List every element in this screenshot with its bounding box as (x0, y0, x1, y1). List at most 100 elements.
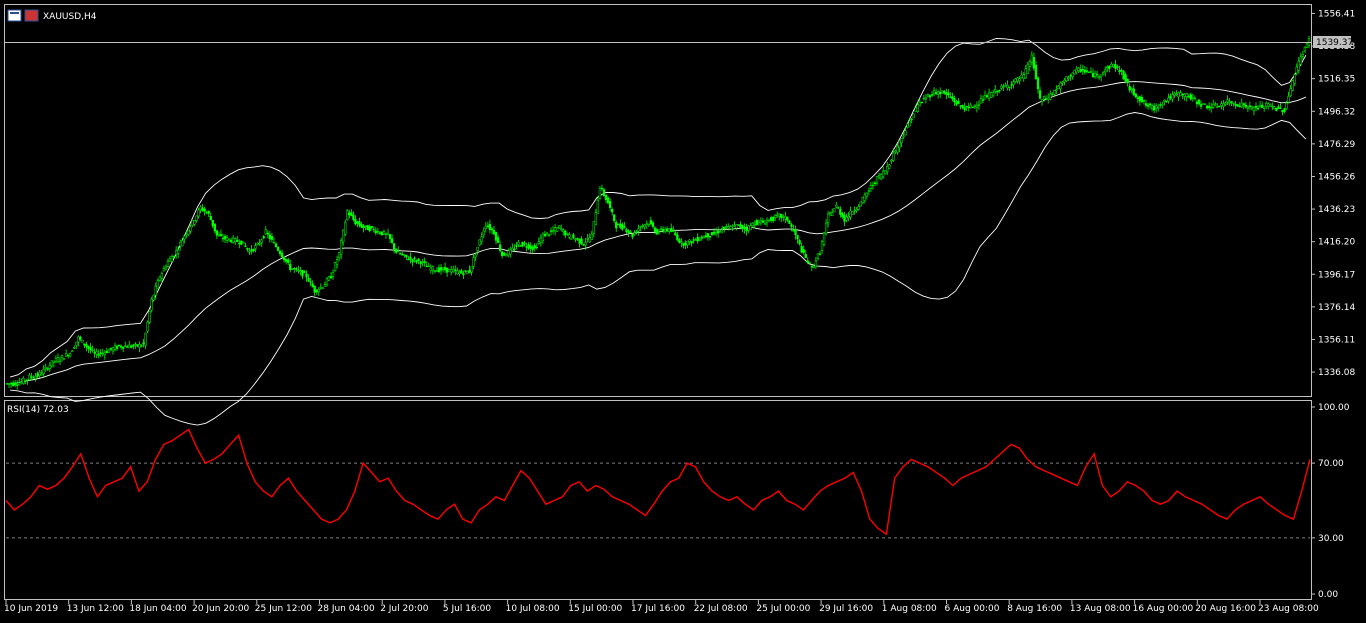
candle (1201, 103, 1205, 105)
candle (1163, 99, 1166, 102)
candle (611, 209, 614, 213)
candle (215, 230, 219, 236)
candle (800, 245, 803, 253)
candle (1085, 70, 1089, 72)
candle (1081, 69, 1084, 71)
candle (503, 252, 506, 256)
candle (417, 258, 420, 261)
candle (1150, 105, 1154, 110)
candle (698, 239, 701, 241)
candle (472, 257, 475, 267)
window-icon (7, 9, 22, 22)
candle (945, 92, 948, 95)
candle (425, 265, 428, 268)
candle (254, 245, 257, 249)
candle (798, 240, 801, 245)
candle (973, 104, 976, 107)
candle (295, 268, 298, 270)
candle (588, 237, 591, 243)
candle (553, 227, 557, 232)
candle (297, 269, 300, 272)
candle (46, 368, 49, 370)
candle (1285, 102, 1288, 110)
candle (914, 107, 917, 112)
candle (994, 88, 997, 92)
rsi-line (5, 428, 1311, 536)
candle (66, 354, 70, 357)
candle (337, 252, 341, 258)
candle (774, 215, 777, 218)
candle (205, 212, 208, 214)
candle (829, 212, 832, 214)
candle (1260, 104, 1264, 108)
trading-chart-window[interactable]: XAUUSD,H4 1556.411536.381516.351496.3214… (0, 0, 1366, 619)
candle (240, 240, 243, 245)
candle (1071, 72, 1074, 77)
rsi-plot[interactable] (5, 428, 1311, 539)
candle (1281, 110, 1284, 113)
candle (154, 286, 157, 296)
candle (1212, 104, 1215, 108)
candle (124, 345, 127, 347)
candle (843, 214, 846, 222)
candle (975, 105, 979, 108)
candle (289, 263, 292, 271)
candle (122, 346, 125, 349)
candle (482, 230, 485, 236)
candle (370, 226, 373, 228)
current-price-label: 1539.37 (1316, 38, 1353, 48)
time-tick-label: 29 Jul 16:00 (819, 604, 873, 614)
candle (845, 216, 848, 221)
candle (421, 261, 424, 263)
candle (735, 224, 738, 229)
candle (1191, 97, 1194, 99)
candle (525, 246, 528, 248)
candle (285, 258, 288, 262)
candle (58, 359, 62, 362)
candle (663, 229, 667, 232)
candle (910, 118, 913, 121)
candle (24, 380, 27, 382)
candle (268, 234, 272, 240)
candle (1118, 69, 1121, 72)
candle (183, 235, 186, 240)
candle (1303, 47, 1307, 52)
candle (443, 267, 447, 271)
candle (227, 238, 231, 241)
candle (782, 216, 785, 218)
candle (598, 188, 602, 199)
candle (390, 238, 394, 243)
candle (250, 249, 253, 252)
candle (655, 229, 659, 235)
candle (315, 289, 318, 293)
candle (515, 245, 518, 247)
candle (360, 224, 363, 228)
candle (168, 258, 172, 262)
candle (1152, 105, 1156, 111)
candle (189, 226, 192, 232)
price-plot[interactable] (5, 35, 1311, 426)
time-tick-label: 13 Jun 12:00 (67, 604, 124, 614)
candle (566, 233, 569, 235)
candle (144, 332, 147, 346)
candle (763, 223, 767, 225)
candle (688, 239, 691, 243)
rsi-axis: 100.00 70.00 30.00 0.00 (1311, 403, 1350, 600)
candle (187, 229, 190, 235)
candle (266, 232, 269, 235)
time-tick-label: 15 Jul 00:00 (568, 604, 622, 614)
candle (248, 251, 251, 253)
candle (32, 377, 35, 379)
candle (1128, 86, 1131, 91)
candle (319, 286, 322, 289)
candle (879, 174, 883, 180)
candle (745, 228, 748, 232)
chart-canvas[interactable]: XAUUSD,H4 1556.411536.381516.351496.3214… (0, 0, 1366, 619)
candle (452, 269, 455, 272)
candle (36, 373, 39, 377)
candle (81, 339, 84, 343)
candle (558, 225, 561, 228)
candle (411, 259, 414, 263)
candle (431, 266, 435, 271)
candle (932, 90, 936, 95)
